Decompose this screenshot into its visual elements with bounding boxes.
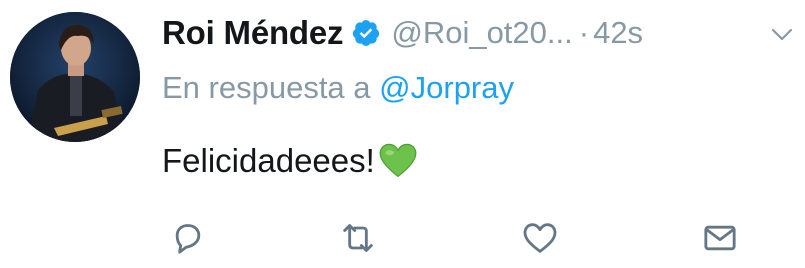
verified-badge-icon (353, 20, 380, 46)
green-heart-icon (379, 143, 417, 178)
reply-button[interactable] (168, 218, 208, 258)
reply-icon (175, 224, 201, 254)
direct-message-button[interactable] (700, 218, 740, 258)
tweet-timestamp[interactable]: 42s (593, 15, 643, 51)
author-name[interactable]: Roi Méndez (162, 14, 344, 52)
tweet-header: Roi Méndez @Roi_ot20... · 42s (162, 12, 643, 54)
retweet-icon (343, 224, 373, 252)
chevron-down-icon[interactable] (770, 22, 794, 46)
avatar[interactable] (10, 12, 140, 142)
like-button[interactable] (520, 218, 560, 258)
retweet-button[interactable] (338, 218, 378, 258)
tweet-body: Felicidadeees! (162, 142, 375, 179)
author-handle[interactable]: @Roi_ot20... (391, 15, 572, 51)
like-icon (523, 223, 557, 253)
reply-prefix: En respuesta a (162, 70, 371, 105)
tweet-text: Felicidadeees! (162, 137, 417, 185)
envelope-icon (704, 225, 736, 251)
reply-context: En respuesta a @Jorpray (162, 70, 514, 106)
separator-dot: · (578, 15, 590, 50)
reply-mention-link[interactable]: @Jorpray (379, 70, 514, 105)
tweet-card: Roi Méndez @Roi_ot20... · 42s En respues… (0, 0, 805, 268)
